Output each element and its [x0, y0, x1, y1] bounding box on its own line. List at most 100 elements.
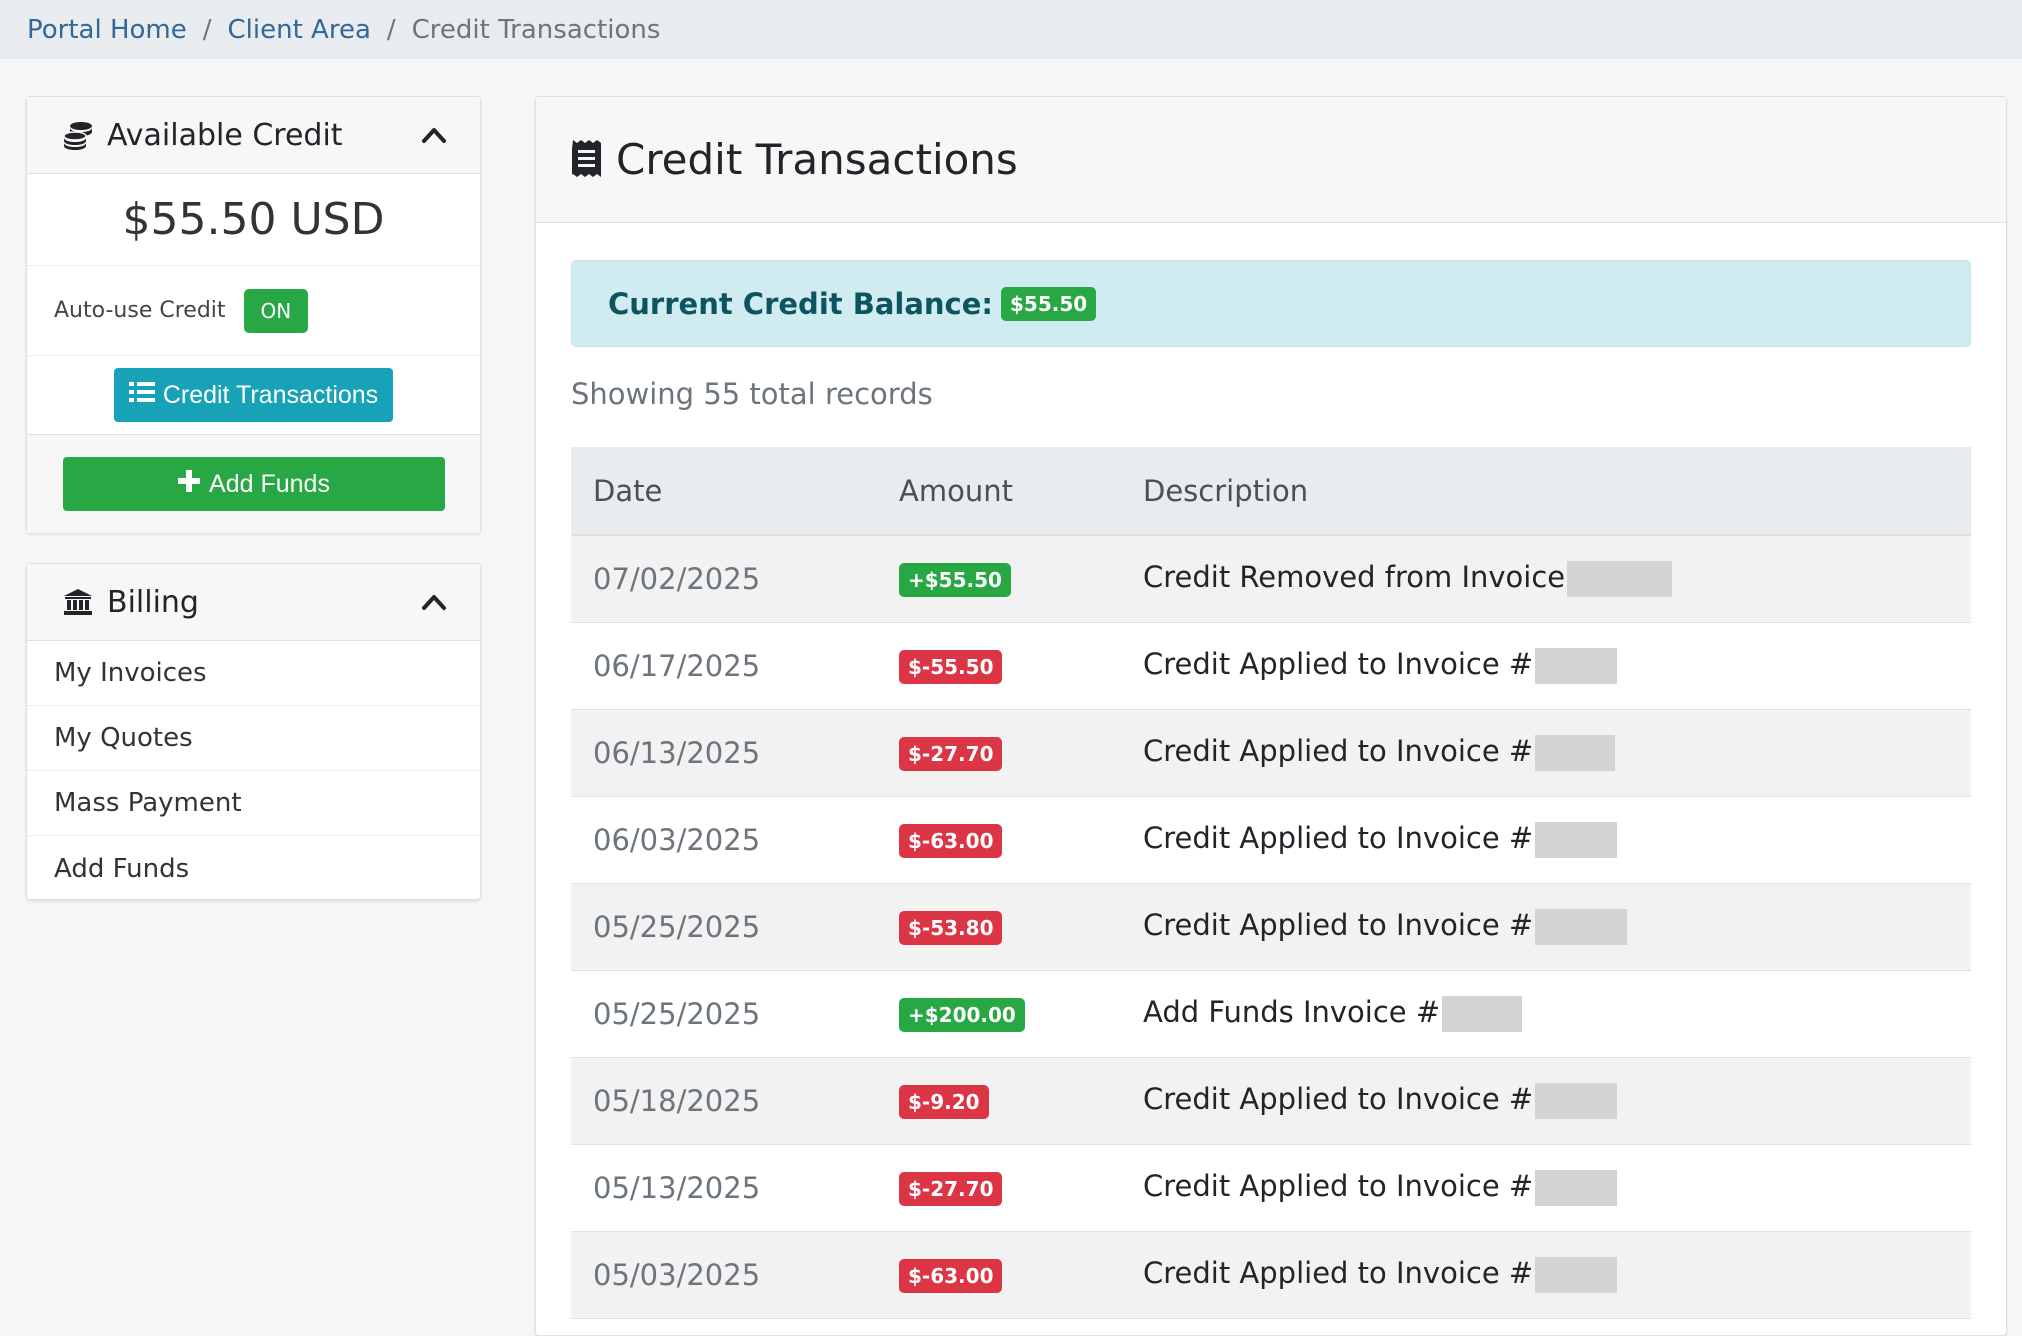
- table-row: 05/25/2025 +$200.00 Add Funds Invoice #: [571, 970, 1971, 1058]
- credit-transactions-row: Credit Transactions: [27, 356, 480, 435]
- redacted-invoice-number: [1535, 735, 1616, 771]
- redacted-invoice-number: [1535, 1083, 1618, 1119]
- coins-icon: [61, 119, 95, 151]
- transaction-description-cell: Credit Removed from Invoice: [1121, 535, 1971, 623]
- transaction-amount-badge: +$200.00: [899, 998, 1025, 1032]
- breadcrumb-separator: /: [386, 14, 396, 45]
- redacted-invoice-number: [1535, 1257, 1618, 1293]
- breadcrumb-portal-home[interactable]: Portal Home: [27, 15, 187, 45]
- breadcrumb: Portal Home / Client Area / Credit Trans…: [0, 0, 2022, 59]
- credit-balance-alert: Current Credit Balance: $55.50: [571, 260, 1971, 347]
- transaction-date: 05/25/2025: [571, 970, 877, 1058]
- table-row: 06/17/2025 $-55.50 Credit Applied to Invoi…: [571, 622, 1971, 710]
- transaction-description: Credit Applied to Invoice #: [1143, 1082, 1534, 1116]
- transaction-amount-cell: $-63.00: [877, 1231, 1121, 1319]
- transaction-date: 06/13/2025: [571, 709, 877, 797]
- transaction-description-cell: Credit Applied to Invoice #: [1121, 796, 1971, 884]
- chevron-up-icon[interactable]: [418, 119, 450, 151]
- table-header-row: Date Amount Description: [571, 447, 1971, 536]
- transaction-amount-badge: $-63.00: [899, 1259, 1003, 1293]
- page-title: Credit Transactions: [616, 135, 1018, 184]
- transaction-description: Credit Applied to Invoice #: [1143, 647, 1534, 681]
- transaction-date: 06/17/2025: [571, 622, 877, 710]
- table-row: 07/02/2025 +$55.50 Credit Removed from Inv…: [571, 535, 1971, 623]
- transaction-amount-badge: $-55.50: [899, 650, 1003, 684]
- add-funds-row: Add Funds: [27, 435, 480, 533]
- breadcrumb-separator: /: [202, 14, 212, 45]
- auto-use-credit-row: Auto-use Credit ON: [27, 266, 480, 356]
- transaction-amount-badge: $-53.80: [899, 911, 1003, 945]
- transaction-date: 05/13/2025: [571, 1144, 877, 1232]
- table-row: 05/25/2025 $-53.80 Credit Applied to Invoi…: [571, 883, 1971, 971]
- list-icon: [128, 381, 155, 410]
- add-funds-button-label: Add Funds: [209, 469, 330, 498]
- column-header-amount[interactable]: Amount: [877, 447, 1121, 536]
- transaction-amount-cell: $-27.70: [877, 1144, 1121, 1232]
- transaction-amount-badge: $-9.20: [899, 1085, 989, 1119]
- transaction-description-cell: Credit Applied to Invoice #: [1121, 622, 1971, 710]
- chevron-up-icon[interactable]: [418, 586, 450, 618]
- transaction-description-cell: Credit Applied to Invoice #: [1121, 709, 1971, 797]
- redacted-invoice-number: [1442, 996, 1523, 1032]
- redacted-invoice-number: [1535, 822, 1618, 858]
- table-row: 06/13/2025 $-27.70 Credit Applied to Invoi…: [571, 709, 1971, 797]
- main-header: Credit Transactions: [536, 97, 2006, 223]
- transaction-date: 05/25/2025: [571, 883, 877, 971]
- available-credit-title: Available Credit: [107, 117, 343, 153]
- table-row: 05/03/2025 $-63.00 Credit Applied to Invoi…: [571, 1231, 1971, 1319]
- records-count: Showing 55 total records: [571, 377, 933, 411]
- transaction-description: Credit Applied to Invoice #: [1143, 1256, 1534, 1290]
- credit-balance-badge: $55.50: [1001, 286, 1097, 321]
- breadcrumb-current: Credit Transactions: [411, 14, 661, 45]
- transaction-description-cell: Credit Applied to Invoice #: [1121, 1144, 1971, 1232]
- transaction-description: Add Funds Invoice #: [1143, 995, 1441, 1029]
- transaction-description-cell: Add Funds Invoice #: [1121, 970, 1971, 1058]
- available-credit-header[interactable]: Available Credit: [27, 97, 480, 174]
- credit-transactions-button-label: Credit Transactions: [162, 380, 379, 409]
- transactions-table-body: 07/02/2025 +$55.50 Credit Removed from Inv…: [571, 535, 1971, 1319]
- transactions-table: Date Amount Description 07/02/2025 +$55.5…: [571, 447, 1971, 1319]
- transaction-amount-cell: $-9.20: [877, 1057, 1121, 1145]
- add-funds-button[interactable]: Add Funds: [62, 457, 445, 511]
- receipt-icon: [569, 139, 604, 181]
- credit-transactions-panel: Credit Transactions Current Credit Balan…: [535, 96, 2007, 1336]
- transaction-description: Credit Applied to Invoice #: [1143, 908, 1534, 942]
- transaction-description: Credit Removed from Invoice: [1143, 560, 1566, 595]
- credit-transactions-button[interactable]: Credit Transactions: [113, 368, 394, 422]
- menu-add-funds[interactable]: Add Funds: [27, 836, 480, 901]
- transaction-amount-cell: $-27.70: [877, 709, 1121, 797]
- credit-balance-label: Current Credit Balance:: [608, 286, 994, 321]
- billing-header[interactable]: Billing: [27, 564, 480, 641]
- plus-icon: [177, 469, 201, 500]
- column-header-description[interactable]: Description: [1121, 447, 1971, 536]
- auto-use-credit-label: Auto-use Credit: [54, 298, 226, 323]
- redacted-invoice-number: [1535, 1170, 1618, 1206]
- transaction-amount-cell: +$55.50: [877, 535, 1121, 623]
- menu-my-quotes[interactable]: My Quotes: [27, 706, 480, 771]
- transaction-description-cell: Credit Applied to Invoice #: [1121, 1231, 1971, 1319]
- billing-title: Billing: [107, 584, 199, 620]
- transaction-description: Credit Applied to Invoice #: [1143, 821, 1534, 855]
- column-header-date[interactable]: Date: [571, 447, 877, 536]
- redacted-invoice-number: [1535, 648, 1618, 684]
- table-row: 06/03/2025 $-63.00 Credit Applied to Invoi…: [571, 796, 1971, 884]
- auto-use-credit-toggle[interactable]: ON: [243, 288, 309, 333]
- credit-amount: $55.50 USD: [27, 174, 480, 266]
- menu-mass-payment[interactable]: Mass Payment: [27, 771, 480, 836]
- menu-my-invoices[interactable]: My Invoices: [27, 641, 480, 706]
- transaction-description-cell: Credit Applied to Invoice #: [1121, 883, 1971, 971]
- table-row: 05/13/2025 $-27.70 Credit Applied to Invoi…: [571, 1144, 1971, 1232]
- transaction-date: 07/02/2025: [571, 535, 877, 623]
- transaction-amount-cell: $-53.80: [877, 883, 1121, 971]
- transaction-amount-badge: $-27.70: [899, 737, 1003, 771]
- billing-panel: Billing My Invoices My Quotes Mass Payme…: [26, 563, 481, 900]
- transaction-amount-badge: $-27.70: [899, 1172, 1003, 1206]
- transaction-description-cell: Credit Applied to Invoice #: [1121, 1057, 1971, 1145]
- redacted-invoice-number: [1535, 909, 1628, 945]
- transaction-amount-badge: $-63.00: [899, 824, 1003, 858]
- transaction-amount-cell: $-63.00: [877, 796, 1121, 884]
- transaction-amount-badge: +$55.50: [899, 563, 1011, 598]
- transaction-description: Credit Applied to Invoice #: [1143, 734, 1534, 768]
- transaction-date: 05/03/2025: [571, 1231, 877, 1319]
- breadcrumb-client-area[interactable]: Client Area: [228, 15, 371, 45]
